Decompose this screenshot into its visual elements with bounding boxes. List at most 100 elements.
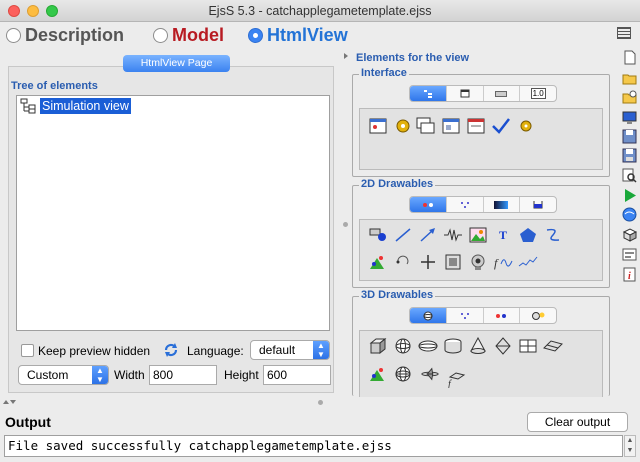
polygon-element-icon[interactable] [518, 225, 538, 245]
window-element-icon[interactable] [441, 116, 461, 136]
camera-element-icon[interactable] [468, 252, 488, 272]
grid-3d-icon[interactable] [518, 336, 538, 356]
text-element-icon[interactable]: T [493, 225, 513, 245]
drawables-2d-tab-shapes[interactable] [410, 197, 446, 212]
trace-element-icon[interactable] [518, 252, 538, 272]
shapeset-3d-icon[interactable] [368, 364, 388, 384]
new-file-icon[interactable] [622, 50, 637, 65]
drawables-3d-tab-sets[interactable] [445, 308, 483, 323]
drawables-3d-tab-lights[interactable] [519, 308, 556, 323]
tree-item-simulation-view[interactable]: Simulation view [20, 97, 132, 115]
cross-element-icon[interactable] [418, 252, 438, 272]
button-tab-icon [495, 90, 508, 97]
gear-element-icon[interactable] [393, 116, 413, 136]
sphere-3d-icon[interactable] [393, 336, 413, 356]
drawables-3d-group: 3D Drawables f [352, 289, 610, 397]
diamond-3d-icon[interactable] [493, 336, 513, 356]
preferences-icon[interactable] [622, 247, 637, 262]
drawables-3d-label: 3D Drawables [359, 289, 436, 301]
run-icon[interactable] [622, 188, 637, 203]
box-3d-icon[interactable] [368, 336, 388, 356]
height-field[interactable]: 600 [263, 365, 331, 385]
interface-tab-panels[interactable] [445, 86, 483, 101]
wire-sphere-3d-icon[interactable] [393, 364, 413, 384]
htmlview-page-tab[interactable]: HtmlView Page [123, 55, 230, 72]
check-element-icon[interactable] [491, 116, 511, 136]
save-icon[interactable] [622, 129, 637, 144]
drawables-3d-tab-shapes[interactable] [410, 308, 446, 323]
sphere-tab-icon [423, 311, 433, 320]
spring-element-icon[interactable] [443, 225, 463, 245]
collapse-arrows-icon[interactable] [342, 52, 351, 64]
browser-icon[interactable] [622, 207, 637, 222]
interface-tab-containers[interactable] [410, 86, 446, 101]
shape-element-icon[interactable] [368, 225, 388, 245]
output-split-bar[interactable] [0, 398, 640, 406]
window-title: EjsS 5.3 - catchapplegametemplate.ejss [208, 4, 432, 18]
function-element-icon[interactable]: f [493, 252, 513, 272]
drawables-3d-tabs [409, 307, 557, 324]
interface-tab-buttons[interactable] [482, 86, 520, 101]
element-tree[interactable]: Simulation view [16, 95, 330, 331]
height-label: Height [224, 368, 259, 382]
keep-preview-checkbox[interactable] [21, 344, 34, 357]
save-as-icon[interactable] [622, 148, 637, 163]
svg-text:f: f [494, 256, 499, 270]
tree-node-icon [20, 98, 36, 114]
interface-group-label: Interface [359, 67, 409, 79]
balls-tab-icon [496, 313, 507, 318]
panels-element-icon[interactable] [416, 116, 436, 136]
open-folder-icon[interactable] [622, 71, 637, 86]
keep-preview-label: Keep preview hidden [38, 344, 151, 358]
drawables-2d-tab-sets[interactable] [445, 197, 483, 212]
radio-description[interactable]: Description [6, 25, 124, 46]
drawables-3d-tab-groups[interactable] [482, 308, 520, 323]
shapeset-element-icon[interactable] [368, 252, 388, 272]
frame-element-icon[interactable] [368, 116, 388, 136]
grid-menu-icon[interactable] [617, 27, 631, 39]
arrow-element-icon[interactable] [418, 225, 438, 245]
output-console[interactable]: File saved successfully catchapplegamete… [4, 435, 623, 457]
window-tab-icon [460, 89, 470, 98]
select-arrows-icon: ▲ ▼ [92, 366, 108, 384]
info-icon[interactable]: i [622, 267, 637, 282]
framed-image-element-icon[interactable] [443, 252, 463, 272]
shapes-tab-icon [422, 202, 433, 207]
tree-tab-icon [423, 89, 432, 98]
plane-3d-icon[interactable] [543, 336, 563, 356]
search-icon[interactable] [622, 168, 637, 183]
gradient-tab-icon [494, 200, 509, 209]
clear-output-button[interactable]: Clear output [527, 412, 628, 432]
swirl-element-icon[interactable] [393, 252, 413, 272]
ellipsoid-3d-icon[interactable] [418, 336, 438, 356]
drawables-2d-tab-fields[interactable] [482, 197, 520, 212]
text-glyph: T [498, 227, 507, 242]
output-scroll-arrows[interactable]: ▲ ▼ [624, 435, 636, 457]
language-select[interactable]: default ▲ ▼ [250, 340, 330, 360]
display-icon[interactable] [622, 110, 637, 125]
size-select[interactable]: Custom ▲ ▼ [18, 365, 109, 385]
segment-element-icon[interactable] [393, 225, 413, 245]
airplane-3d-icon[interactable] [420, 364, 440, 384]
width-field[interactable]: 800 [149, 365, 217, 385]
radio-htmlview[interactable]: HtmlView [248, 25, 348, 46]
drawables-3d-icons: f [359, 330, 603, 397]
open-recent-icon[interactable] [622, 90, 637, 105]
drawables-2d-tab-charts[interactable] [519, 197, 556, 212]
divider-grip-icon [343, 222, 348, 227]
right-toolbar: i [620, 46, 640, 406]
interface-tab-fields[interactable]: 1.0 [519, 86, 556, 101]
dialog-element-icon[interactable] [466, 116, 486, 136]
cone-3d-icon[interactable] [468, 336, 488, 356]
package-icon[interactable] [622, 227, 637, 242]
split-arrows-icon[interactable] [2, 398, 16, 406]
radio-model[interactable]: Model [153, 25, 224, 46]
field-tab-icon: 1.0 [530, 88, 546, 99]
gear-small-element-icon[interactable] [516, 116, 536, 136]
image-element-icon[interactable] [468, 225, 488, 245]
cylinder-3d-icon[interactable] [443, 336, 463, 356]
refresh-language-icon[interactable] [163, 342, 179, 358]
trail-element-icon[interactable] [543, 225, 563, 245]
output-label: Output [5, 414, 51, 430]
function-3d-icon[interactable]: f [446, 369, 466, 389]
